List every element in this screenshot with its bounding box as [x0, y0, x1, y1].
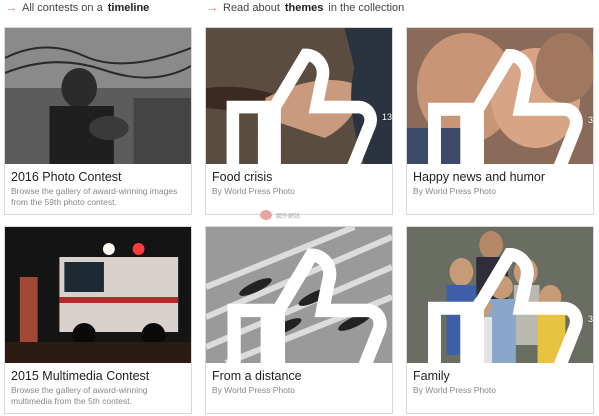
card-title[interactable]: Family: [413, 369, 587, 383]
thumbs-up-icon: [428, 248, 583, 363]
card-image[interactable]: 3: [407, 227, 593, 363]
like-counter[interactable]: 3: [413, 233, 593, 363]
card-food-crisis[interactable]: 13 Food crisis By World Press Photo: [205, 27, 393, 215]
card-title[interactable]: 2015 Multimedia Contest: [11, 369, 185, 383]
themes-link-prefix: Read about: [223, 2, 280, 14]
card-description: Browse the gallery of award-winning mult…: [11, 385, 148, 406]
barbed-wire-photo: [5, 28, 191, 164]
ambulance-photo: [5, 227, 191, 363]
card-image[interactable]: [206, 227, 392, 363]
watermark-logo-icon: [260, 210, 272, 220]
thumbs-up-icon: [227, 248, 387, 363]
card-author: By World Press Photo: [212, 186, 295, 196]
thumbs-up-icon: [428, 49, 583, 164]
card-family[interactable]: 3 Family By World Press Photo: [406, 226, 594, 414]
card-title[interactable]: Happy news and humor: [413, 170, 587, 184]
card-2015-multimedia-contest[interactable]: 2015 Multimedia Contest Browse the galle…: [4, 226, 192, 414]
like-counter[interactable]: [212, 233, 392, 363]
like-count: 3: [587, 313, 593, 324]
card-author: By World Press Photo: [413, 186, 496, 196]
card-title[interactable]: 2016 Photo Contest: [11, 170, 185, 184]
card-from-a-distance[interactable]: From a distance By World Press Photo: [205, 226, 393, 414]
card-title[interactable]: From a distance: [212, 369, 386, 383]
card-image[interactable]: [5, 227, 191, 363]
like-count: 3: [587, 114, 593, 125]
timeline-link[interactable]: → All contests on a timeline: [6, 2, 149, 14]
like-counter[interactable]: 13: [212, 34, 392, 164]
card-author: By World Press Photo: [413, 385, 496, 395]
card-image[interactable]: 3: [407, 28, 593, 164]
timeline-link-bold: timeline: [107, 2, 150, 14]
thumbs-up-icon: [226, 48, 377, 164]
card-author: By World Press Photo: [212, 385, 295, 395]
watermark-text: 國外網站: [276, 213, 301, 220]
themes-link-suffix: in the collection: [328, 2, 405, 14]
top-navigation: → All contests on a timeline → Read abou…: [0, 0, 599, 18]
card-happy-news-and-humor[interactable]: 3 Happy news and humor By World Press Ph…: [406, 27, 594, 215]
themes-link-bold: themes: [284, 2, 324, 14]
card-2016-photo-contest[interactable]: 2016 Photo Contest Browse the gallery of…: [4, 27, 192, 215]
watermark: 國外網站: [260, 210, 300, 220]
card-description: Browse the gallery of award-winning imag…: [11, 186, 178, 207]
themes-link[interactable]: → Read about themes in the collection: [207, 2, 404, 14]
card-image[interactable]: 13: [206, 28, 392, 164]
timeline-link-prefix: All contests on a: [22, 2, 103, 14]
card-title[interactable]: Food crisis: [212, 170, 386, 184]
like-count: 13: [381, 112, 392, 123]
arrow-right-icon: →: [6, 2, 17, 14]
arrow-right-icon: →: [207, 2, 218, 14]
like-counter[interactable]: 3: [413, 34, 593, 164]
card-image[interactable]: [5, 28, 191, 164]
